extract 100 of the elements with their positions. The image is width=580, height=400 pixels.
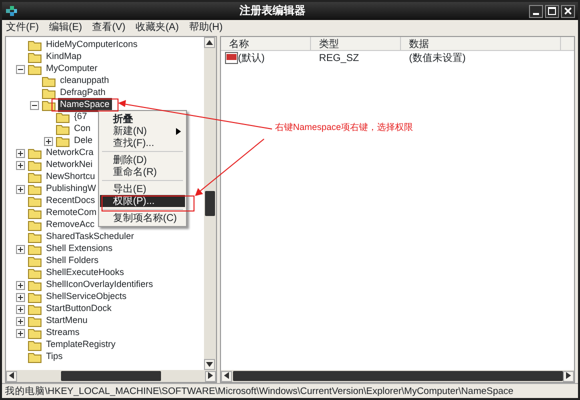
folder-icon xyxy=(28,340,42,350)
tree-item[interactable]: ShellIconOverlayIdentifiers xyxy=(44,278,156,292)
folder-icon xyxy=(28,52,42,62)
folder-icon xyxy=(28,160,42,170)
folder-icon xyxy=(28,304,42,314)
tree-item[interactable]: Dele xyxy=(72,134,95,148)
folder-icon xyxy=(28,352,42,362)
folder-icon xyxy=(28,292,42,302)
folder-icon xyxy=(28,64,42,74)
folder-icon xyxy=(28,316,42,326)
folder-icon xyxy=(42,76,56,86)
value-data: (数值未设置) xyxy=(408,52,466,66)
tree-item[interactable]: cleanuppath xyxy=(58,74,112,88)
menu-item[interactable]: 收藏夹(A) xyxy=(135,20,179,34)
folder-icon xyxy=(56,136,70,146)
scroll-left-icon[interactable] xyxy=(9,372,14,380)
expand-icon[interactable] xyxy=(16,160,25,170)
folder-icon xyxy=(28,232,42,242)
column-header[interactable]: 类型 xyxy=(311,37,401,50)
folder-icon xyxy=(56,124,70,134)
tree-item[interactable]: Shell Folders xyxy=(44,254,101,268)
expand-icon[interactable] xyxy=(16,280,25,290)
expand-icon[interactable] xyxy=(16,292,25,302)
expand-icon[interactable] xyxy=(16,316,25,326)
scroll-up-icon[interactable] xyxy=(206,40,213,45)
menu-item[interactable]: 文件(F) xyxy=(6,20,39,34)
menu-item[interactable]: 删除(D) xyxy=(100,154,185,166)
menu-item[interactable]: 重命名(R) xyxy=(100,166,185,178)
tree-item[interactable]: ShellServiceObjects xyxy=(44,290,129,304)
folder-icon xyxy=(28,184,42,194)
scrollbar-thumb[interactable] xyxy=(61,371,161,381)
expand-icon[interactable] xyxy=(16,148,25,158)
tree-item[interactable]: SharedTaskScheduler xyxy=(44,230,136,244)
tree-item[interactable]: RemoveAcc xyxy=(44,218,97,232)
folder-icon xyxy=(28,196,42,206)
scroll-down-icon[interactable] xyxy=(206,362,213,367)
tree-item[interactable]: DefragPath xyxy=(58,86,108,100)
expand-icon[interactable] xyxy=(16,184,25,194)
tree-item[interactable]: NetworkNei xyxy=(44,158,95,172)
menu-item[interactable]: 查找(F)... xyxy=(100,137,185,149)
folder-icon xyxy=(28,172,42,182)
tree-item[interactable]: StartButtonDock xyxy=(44,302,114,316)
scroll-left-icon[interactable] xyxy=(224,372,229,380)
pointer-arrow xyxy=(195,138,264,196)
expand-icon[interactable] xyxy=(16,328,25,338)
menu-item[interactable]: 折叠 xyxy=(100,113,185,125)
tree-item[interactable]: KindMap xyxy=(44,50,84,64)
column-header[interactable]: 数据 xyxy=(401,37,561,50)
tree-item[interactable]: Tips xyxy=(44,350,65,364)
tree-item[interactable]: StartMenu xyxy=(44,314,90,328)
folder-icon xyxy=(28,148,42,158)
tree-item[interactable]: MyComputer xyxy=(44,62,100,76)
tree-item[interactable]: NewShortcu xyxy=(44,170,98,184)
menu-item[interactable]: 复制项名称(C) xyxy=(100,212,185,224)
expand-icon[interactable] xyxy=(44,136,53,146)
tree-item[interactable]: Con xyxy=(72,122,93,136)
scrollbar-thumb[interactable] xyxy=(232,371,562,381)
menu-item[interactable]: 权限(P)... xyxy=(100,195,185,207)
folder-icon xyxy=(42,88,56,98)
collapse-icon[interactable] xyxy=(30,100,39,110)
highlight-frame xyxy=(52,98,118,112)
folder-icon xyxy=(28,208,42,218)
tree-item[interactable]: RemoteCom xyxy=(44,206,99,220)
close-icon[interactable] xyxy=(564,7,572,15)
value-name[interactable]: (默认) xyxy=(238,50,265,66)
folder-icon xyxy=(28,244,42,254)
tree-item[interactable]: HideMyComputerIcons xyxy=(44,38,140,52)
folder-icon xyxy=(42,100,56,110)
menu-item[interactable]: 导出(E) xyxy=(100,183,185,195)
tree-item[interactable]: Streams xyxy=(44,326,82,340)
tree-item[interactable]: {67 xyxy=(72,110,90,124)
column-header[interactable]: 名称 xyxy=(221,37,311,50)
folder-icon xyxy=(28,220,42,230)
value-type: REG_SZ xyxy=(318,52,360,66)
tree-item[interactable]: Shell Extensions xyxy=(44,242,115,256)
scroll-right-icon[interactable] xyxy=(566,372,571,380)
status-bar: 我的电脑\HKEY_LOCAL_MACHINE\SOFTWARE\Microsoft\Windows\CurrentVersion\Explorer\MyComputer\NameSpace xyxy=(2,383,578,398)
folder-icon xyxy=(28,268,42,278)
folder-icon xyxy=(28,40,42,50)
string-value-icon xyxy=(225,52,238,64)
tree-item[interactable]: PublishingW xyxy=(44,182,98,196)
menu-item[interactable]: 编辑(E) xyxy=(48,20,82,34)
scrollbar-thumb[interactable] xyxy=(205,191,215,216)
maximize-icon[interactable] xyxy=(548,7,556,15)
folder-icon xyxy=(28,256,42,266)
tree-item[interactable]: RecentDocs xyxy=(44,194,98,208)
menu-item[interactable]: 帮助(H) xyxy=(188,20,223,34)
expand-icon[interactable] xyxy=(16,304,25,314)
scroll-right-icon[interactable] xyxy=(208,372,213,380)
menu-item[interactable]: 查看(V) xyxy=(92,20,126,34)
window-title: 注册表编辑器 xyxy=(238,4,306,19)
collapse-icon[interactable] xyxy=(16,64,25,74)
registry-editor-icon xyxy=(5,4,18,18)
tree-item[interactable]: TemplateRegistry xyxy=(44,338,118,352)
submenu-arrow-icon xyxy=(176,128,181,134)
tree-item[interactable]: NetworkCra xyxy=(44,146,96,160)
folder-icon xyxy=(28,328,42,338)
tree-item[interactable]: ShellExecuteHooks xyxy=(44,266,126,280)
expand-icon[interactable] xyxy=(16,244,25,254)
menu-item[interactable]: 新建(N) xyxy=(100,125,185,137)
